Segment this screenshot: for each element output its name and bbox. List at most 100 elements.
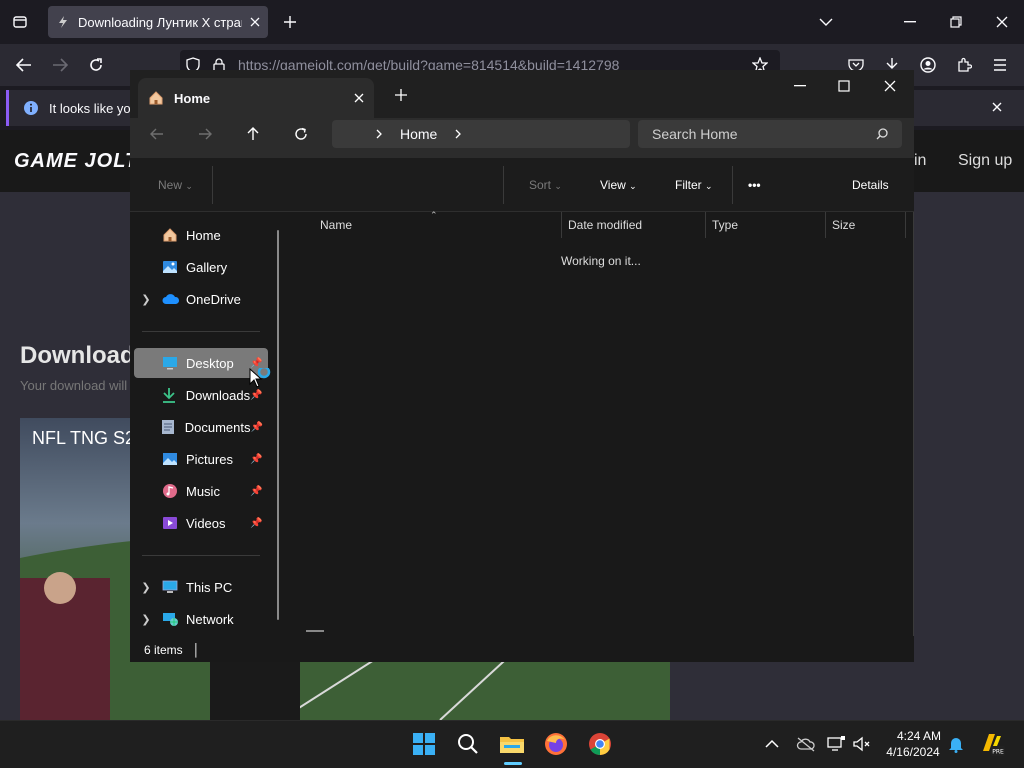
nav-item-desktop[interactable]: Desktop 📌 xyxy=(134,348,268,378)
column-header-size[interactable]: Size xyxy=(832,218,855,232)
active-app-indicator xyxy=(504,762,522,765)
windows-start-icon[interactable] xyxy=(408,728,440,760)
nav-item-downloads[interactable]: Downloads 📌 xyxy=(134,380,268,410)
nav-item-gallery[interactable]: Gallery xyxy=(134,252,268,282)
firefox-icon[interactable] xyxy=(540,728,572,760)
back-icon[interactable] xyxy=(14,55,34,75)
extensions-icon[interactable] xyxy=(954,55,974,75)
chrome-icon[interactable] xyxy=(584,728,616,760)
nav-label: Videos xyxy=(186,515,226,531)
view-button[interactable]: View ⌄ xyxy=(600,178,637,192)
breadcrumb-home[interactable]: Home xyxy=(400,126,437,142)
tab-list-icon[interactable] xyxy=(10,12,30,32)
nav-label: OneDrive xyxy=(186,291,241,307)
column-header-date-modified[interactable]: Date modified xyxy=(568,218,642,232)
svg-text:PRE: PRE xyxy=(992,749,1004,756)
close-browser-icon[interactable] xyxy=(992,12,1012,32)
column-header-type[interactable]: Type xyxy=(712,218,738,232)
download-arrow-icon xyxy=(162,387,184,403)
explorer-tab-home[interactable]: Home xyxy=(138,78,374,118)
column-header-name[interactable]: Name xyxy=(320,218,352,232)
explorer-up-icon[interactable] xyxy=(244,125,262,143)
expand-chevron-icon[interactable]: ❯ xyxy=(134,293,158,306)
gallery-icon xyxy=(162,259,184,275)
new-explorer-tab-icon[interactable] xyxy=(392,86,410,104)
reload-icon[interactable] xyxy=(86,55,106,75)
nav-item-this-pc[interactable]: ❯ This PC xyxy=(134,572,268,602)
new-button[interactable]: New ⌄ xyxy=(158,178,193,192)
show-hidden-icons-chevron-icon[interactable] xyxy=(756,728,788,760)
onedrive-offline-icon[interactable] xyxy=(790,728,822,760)
column-separator[interactable] xyxy=(561,212,562,238)
column-separator[interactable] xyxy=(905,212,906,238)
clock-date[interactable]: 4/16/2024 xyxy=(884,745,942,759)
command-bar xyxy=(130,158,914,212)
explorer-refresh-icon[interactable] xyxy=(292,125,310,143)
clock-time[interactable]: 4:24 AM xyxy=(896,729,942,743)
more-options-button[interactable]: ••• xyxy=(748,178,761,192)
gamejolt-logo[interactable]: GAME JOLT xyxy=(14,150,138,173)
nav-item-home[interactable]: Home xyxy=(134,220,268,250)
copilot-pre-icon[interactable]: PRE xyxy=(976,728,1008,760)
column-separator[interactable] xyxy=(705,212,706,238)
chevron-right-icon[interactable] xyxy=(376,129,382,139)
browser-tab[interactable]: Downloading Лунтик X страш xyxy=(48,6,268,38)
expand-chevron-icon[interactable]: ❯ xyxy=(134,613,158,626)
column-separator[interactable] xyxy=(825,212,826,238)
breadcrumb[interactable]: Home xyxy=(332,120,630,148)
nav-divider xyxy=(142,331,260,332)
sort-ascending-icon: ⌃ xyxy=(430,210,438,220)
list-all-tabs-icon[interactable] xyxy=(816,12,836,32)
sign-up-link[interactable]: Sign up xyxy=(958,152,1012,170)
file-explorer-taskbar-icon[interactable] xyxy=(496,728,528,760)
maximize-explorer-icon[interactable] xyxy=(834,76,854,96)
menu-icon[interactable] xyxy=(990,55,1010,75)
restore-browser-icon[interactable] xyxy=(946,12,966,32)
home-icon xyxy=(162,227,184,243)
download-heading: Download xyxy=(20,342,135,369)
nav-item-documents[interactable]: Documents 📌 xyxy=(134,412,268,442)
nav-divider xyxy=(142,555,260,556)
new-tab-icon[interactable] xyxy=(280,12,300,32)
expand-chevron-icon[interactable]: ❯ xyxy=(134,581,158,594)
music-icon xyxy=(162,483,184,499)
notification-text: It looks like you xyxy=(49,100,138,116)
account-icon[interactable] xyxy=(918,55,938,75)
details-button[interactable]: Details xyxy=(852,178,889,192)
forward-icon[interactable] xyxy=(50,55,70,75)
nav-item-music[interactable]: Music 📌 xyxy=(134,476,268,506)
search-icon xyxy=(876,128,888,140)
loading-message: Working on it... xyxy=(561,254,641,268)
cmd-separator xyxy=(732,166,733,204)
pin-icon: 📌 xyxy=(250,485,263,497)
close-tab-icon[interactable] xyxy=(250,17,260,27)
search-input[interactable]: Search Home xyxy=(638,120,902,148)
pin-icon: 📌 xyxy=(250,357,263,369)
nav-item-network[interactable]: ❯ Network xyxy=(134,604,268,634)
chevron-right-icon[interactable] xyxy=(455,129,462,139)
gamejolt-favicon-icon xyxy=(56,15,70,29)
nav-item-videos[interactable]: Videos 📌 xyxy=(134,508,268,538)
speaker-muted-icon[interactable] xyxy=(846,728,878,760)
search-icon[interactable] xyxy=(452,728,484,760)
sign-in-link[interactable]: in xyxy=(914,152,926,170)
notification-bell-icon[interactable] xyxy=(940,728,972,760)
close-notification-icon[interactable] xyxy=(988,98,1006,116)
close-explorer-tab-icon[interactable] xyxy=(354,93,364,103)
nav-scrollbar[interactable] xyxy=(277,230,279,620)
explorer-forward-icon[interactable] xyxy=(196,125,214,143)
close-explorer-icon[interactable] xyxy=(880,76,900,96)
nav-label: Music xyxy=(186,483,220,499)
nav-label: Network xyxy=(186,611,234,627)
sort-button[interactable]: Sort ⌄ xyxy=(529,178,562,192)
document-icon xyxy=(161,419,182,435)
nav-label: Downloads xyxy=(185,387,251,403)
minimize-explorer-icon[interactable] xyxy=(790,76,810,96)
nav-label: Pictures xyxy=(186,451,233,467)
nav-item-pictures[interactable]: Pictures 📌 xyxy=(134,444,268,474)
nav-item-onedrive[interactable]: ❯ OneDrive xyxy=(134,284,268,314)
minimize-browser-icon[interactable] xyxy=(900,12,920,32)
explorer-back-icon[interactable] xyxy=(148,125,166,143)
pictures-icon xyxy=(162,452,184,466)
filter-button[interactable]: Filter ⌄ xyxy=(675,178,713,192)
